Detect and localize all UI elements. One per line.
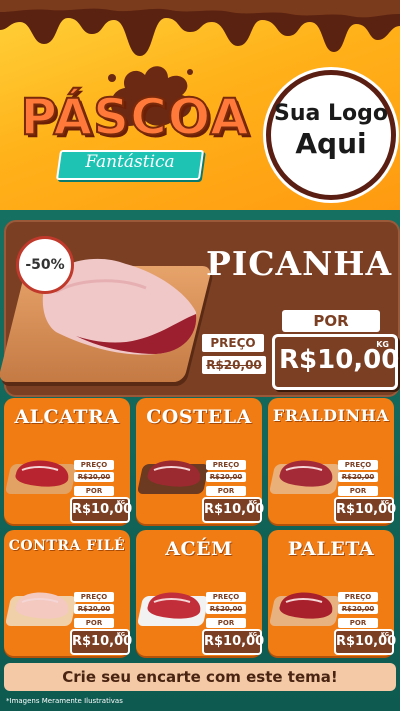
por-label: POR xyxy=(206,618,246,628)
preco-label: PREÇO xyxy=(338,592,378,602)
meat-image xyxy=(279,460,333,487)
current-price: R$10,00 xyxy=(279,345,400,375)
product-name: ALCATRA xyxy=(14,406,120,428)
old-price: R$20,00 xyxy=(74,604,114,614)
product-name: ACÉM xyxy=(165,538,233,560)
page-subtitle: Fantástica xyxy=(85,152,175,172)
por-label: POR xyxy=(74,486,114,496)
preco-label: PREÇO xyxy=(206,460,246,470)
flyer-page: PÁSCOA Fantástica Sua Logo Aqui -50% PIC… xyxy=(0,0,400,711)
preco-label: PREÇO xyxy=(206,592,246,602)
unit-label: KG xyxy=(117,500,125,506)
meat-image xyxy=(15,592,69,619)
current-price-box: R$10,00 KG xyxy=(272,334,400,390)
preco-label: PREÇO xyxy=(338,460,378,470)
product-card[interactable]: ACÉM PREÇO R$20,00 POR R$10,00 KG xyxy=(136,530,264,656)
preco-label: PREÇO xyxy=(74,460,114,470)
unit-label: KG xyxy=(381,500,389,506)
por-label: POR xyxy=(74,618,114,628)
title-group: PÁSCOA Fantástica xyxy=(0,58,270,198)
preco-label: PREÇO xyxy=(74,592,114,602)
preco-label: PREÇO xyxy=(202,334,264,352)
old-price: R$20,00 xyxy=(74,472,114,482)
por-label: POR xyxy=(338,618,378,628)
current-price-box: R$10,00 KG xyxy=(70,497,132,523)
featured-product-name: PICANHA xyxy=(206,244,393,283)
product-name: COSTELA xyxy=(146,406,252,428)
old-price: R$20,00 xyxy=(206,604,246,614)
current-price-box: R$10,00 KG xyxy=(202,497,264,523)
cta-banner[interactable]: Crie seu encarte com este tema! xyxy=(4,663,396,691)
old-price: R$20,00 xyxy=(202,356,266,374)
product-card[interactable]: FRALDINHA PREÇO R$20,00 POR R$10,00 KG xyxy=(268,398,396,524)
header-banner: PÁSCOA Fantástica Sua Logo Aqui xyxy=(0,0,400,210)
product-card[interactable]: COSTELA PREÇO R$20,00 POR R$10,00 KG xyxy=(136,398,264,524)
unit-label: KG xyxy=(249,632,257,638)
meat-image xyxy=(147,592,201,619)
por-label: POR xyxy=(338,486,378,496)
product-card[interactable]: ALCATRA PREÇO R$20,00 POR R$10,00 KG xyxy=(4,398,132,524)
product-name: CONTRA FILÉ xyxy=(8,538,126,554)
old-price: R$20,00 xyxy=(338,604,378,614)
page-title: PÁSCOA xyxy=(19,87,250,147)
current-price-box: R$10,00 KG xyxy=(202,629,264,655)
disclaimer-text: *Imagens Meramente Ilustrativas xyxy=(6,697,123,705)
logo-text-line1: Sua Logo xyxy=(273,101,388,126)
por-label: POR xyxy=(206,486,246,496)
current-price-box: R$10,00 KG xyxy=(334,497,396,523)
logo-text-line2: Aqui xyxy=(295,127,367,160)
current-price-box: R$10,00 KG xyxy=(334,629,396,655)
product-card[interactable]: PALETA PREÇO R$20,00 POR R$10,00 KG xyxy=(268,530,396,656)
meat-image xyxy=(279,592,333,619)
product-name: FRALDINHA xyxy=(272,406,390,425)
discount-badge: -50% xyxy=(16,236,74,294)
logo-placeholder[interactable]: Sua Logo Aqui xyxy=(266,70,396,200)
unit-label: KG xyxy=(381,632,389,638)
meat-image xyxy=(147,460,201,487)
current-price-box: R$10,00 KG xyxy=(70,629,132,655)
product-card[interactable]: CONTRA FILÉ PREÇO R$20,00 POR R$10,00 KG xyxy=(4,530,132,656)
product-name: PALETA xyxy=(287,538,375,560)
old-price: R$20,00 xyxy=(206,472,246,482)
meat-image xyxy=(15,460,69,487)
unit-label: KG xyxy=(376,340,389,349)
old-price-group: PREÇO R$20,00 xyxy=(202,334,268,378)
old-price: R$20,00 xyxy=(338,472,378,482)
unit-label: KG xyxy=(249,500,257,506)
featured-product-card: -50% PICANHA POR PREÇO R$20,00 R$10,00 K… xyxy=(0,220,400,397)
por-label: POR xyxy=(282,310,380,332)
unit-label: KG xyxy=(117,632,125,638)
